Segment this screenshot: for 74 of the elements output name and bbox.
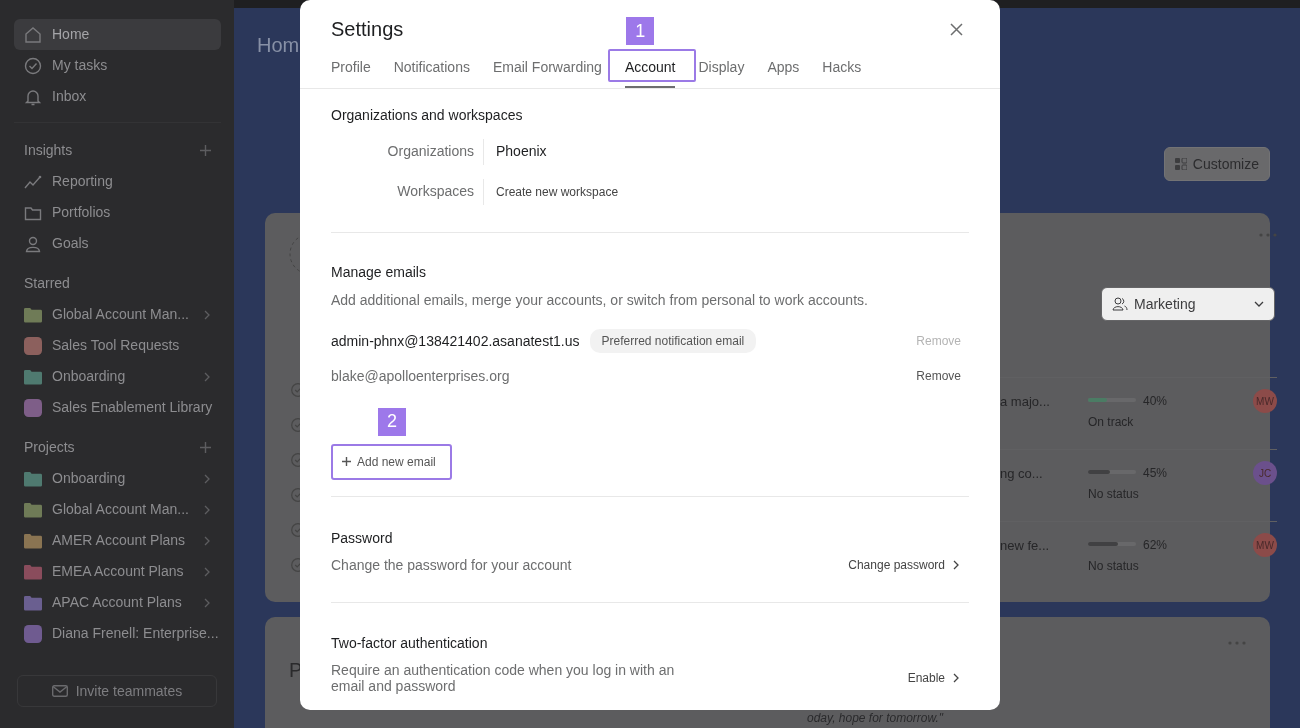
invite-button[interactable]: Invite teammates [17, 675, 217, 707]
nav-item[interactable]: Inbox [14, 81, 221, 112]
sidebar-item[interactable]: Diana Frenell: Enterprise... [14, 618, 221, 649]
chevron-icon [203, 597, 211, 608]
plus-icon [342, 457, 351, 467]
chevron-icon [203, 566, 211, 577]
email-address: blake@apolloenterprises.org [331, 366, 510, 386]
chevron-icon [203, 473, 211, 484]
email-address: admin-phnx@138421402.asanatest1.us [331, 331, 580, 351]
sidebar-item[interactable]: AMER Account Plans [14, 525, 221, 556]
sidebar-item[interactable]: Global Account Man... [14, 494, 221, 525]
enable-button[interactable]: Enable [907, 669, 959, 688]
tab[interactable]: Profile [331, 57, 371, 88]
avatar: JC [1253, 461, 1277, 485]
nav-item[interactable]: Home [14, 19, 221, 50]
section-description: Change the password for your account [331, 557, 572, 574]
tab[interactable]: Account [624, 57, 676, 88]
field-label: Organizations [386, 142, 475, 162]
sidebar-item[interactable]: Global Account Man... [14, 299, 221, 330]
section-title: Two-factor authentication [331, 635, 489, 653]
progress-bar [1088, 398, 1136, 402]
section-title: Organizations and workspaces [331, 107, 524, 124]
tab[interactable]: Email Forwarding [492, 57, 602, 88]
person-icon [24, 234, 42, 253]
sidebar-item[interactable]: Sales Tool Requests [14, 330, 221, 361]
sidebar-item[interactable]: Onboarding [14, 361, 221, 392]
avatar: MW [1253, 533, 1277, 557]
people-icon [1112, 297, 1128, 311]
chevron-icon [953, 560, 959, 571]
section-title: Manage emails [331, 263, 427, 281]
sidebar-item[interactable]: APAC Account Plans [14, 587, 221, 618]
sidebar-item[interactable]: Sales Enablement Library [14, 392, 221, 423]
section-description: Add additional emails, merge your accounts, or switch from personal to work accounts. [331, 290, 869, 310]
sidebar-item[interactable]: Goals [14, 228, 221, 259]
nav-item[interactable]: My tasks [14, 50, 221, 81]
tab[interactable]: Hacks [822, 57, 862, 88]
change-password-button[interactable]: Change password [848, 556, 959, 575]
home-icon [24, 25, 42, 44]
chevron-icon [953, 673, 959, 684]
add-email-button[interactable]: Add new email [331, 443, 452, 480]
sidebar-item[interactable]: Portfolios [14, 197, 221, 228]
sidebar-item[interactable]: Reporting [14, 166, 221, 197]
mail-icon [51, 685, 68, 697]
sidebar-item[interactable]: Onboarding [14, 463, 221, 494]
tab[interactable]: Apps [767, 57, 800, 88]
customize-button[interactable]: Customize [1163, 147, 1270, 181]
bell-icon [24, 87, 42, 106]
callout-number: 2 [378, 407, 406, 436]
sidebar-item[interactable]: EMEA Account Plans [14, 556, 221, 587]
tab[interactable]: Notifications [393, 57, 470, 88]
check-circle-icon [24, 56, 42, 75]
caret-icon [1254, 301, 1264, 307]
chevron-icon [203, 309, 211, 320]
filter-dropdown[interactable]: Marketing [1101, 287, 1275, 321]
section-title: Projects [24, 438, 75, 457]
tab[interactable]: Display [698, 57, 745, 88]
grid-icon [1174, 158, 1187, 170]
section-description: Require an authentication code when you log in with an email and password [331, 662, 676, 695]
callout-number: 1 [626, 17, 655, 45]
chevron-icon [203, 504, 211, 515]
email-badge: Preferred notification email [589, 329, 757, 354]
chevron-icon [203, 535, 211, 546]
section-title: Insights [24, 141, 73, 160]
chevron-icon [203, 371, 211, 382]
close-icon [950, 23, 963, 37]
field-value: Phoenix [496, 142, 547, 162]
section-title: Password [331, 529, 394, 547]
dialog-title: Settings [331, 17, 404, 41]
field-label: Workspaces [396, 182, 475, 202]
avatar: MW [1253, 389, 1277, 413]
page-title: Hom [257, 33, 300, 58]
remove-button[interactable]: Remove [916, 367, 961, 386]
create-workspace-link[interactable]: Create new workspace [496, 182, 619, 201]
section-title: Starred [24, 274, 70, 293]
